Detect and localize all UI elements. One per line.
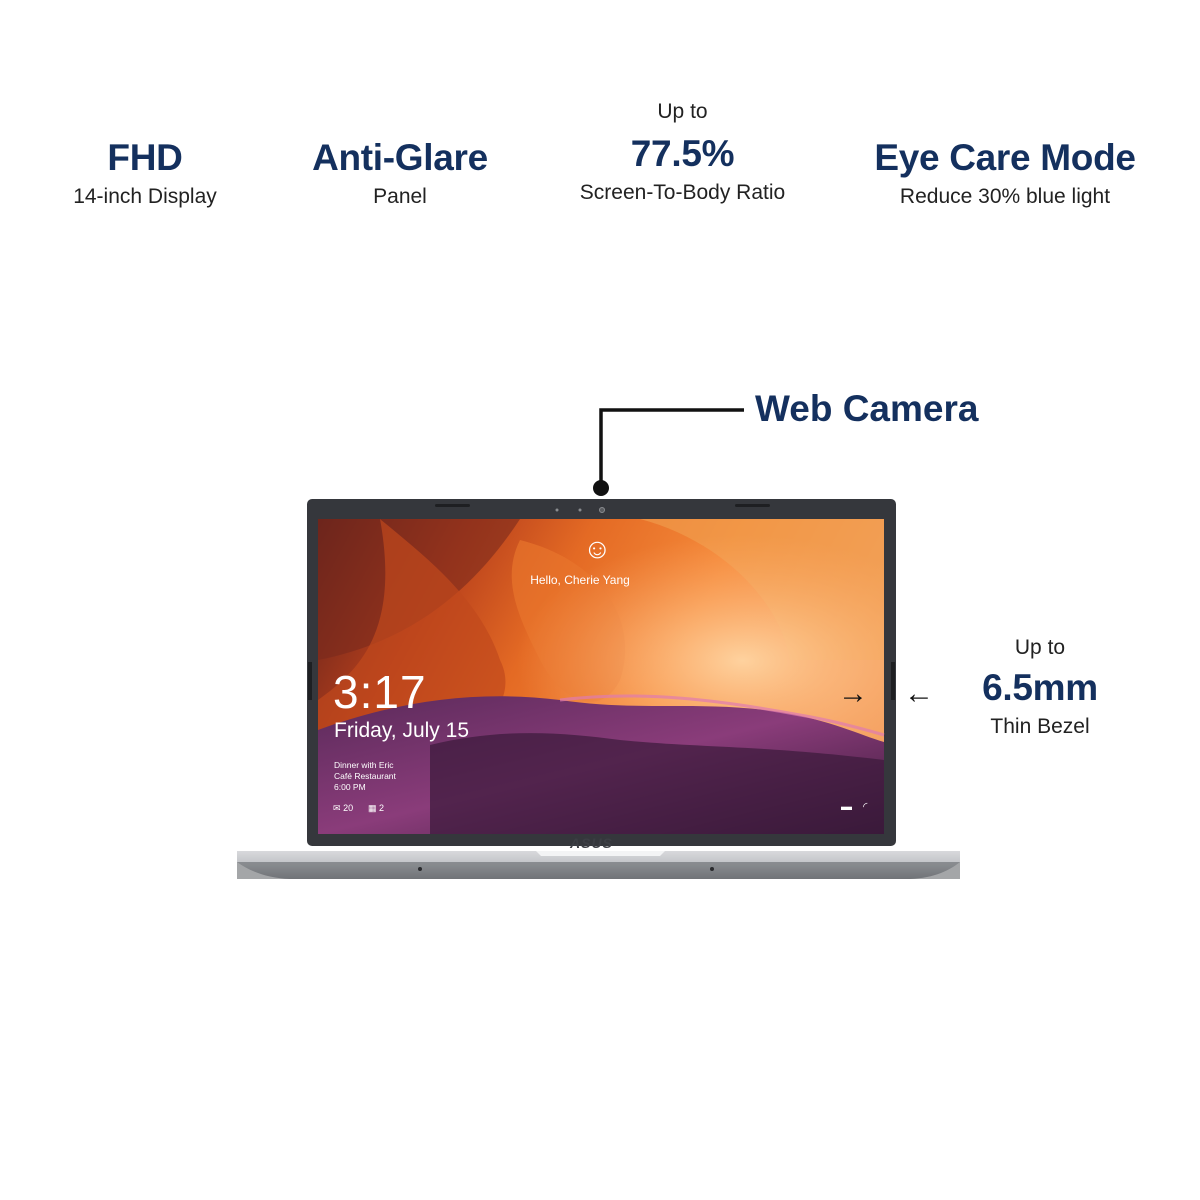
system-status: ▬ ◜ bbox=[841, 800, 867, 813]
camera-callout-line bbox=[599, 408, 744, 488]
event-time: 6:00 PM bbox=[334, 782, 366, 792]
mail-status: ✉ 20 bbox=[333, 803, 353, 814]
event-title: Dinner with Eric bbox=[334, 760, 394, 770]
webcam-icon bbox=[599, 507, 605, 513]
arrow-right-icon: → bbox=[838, 677, 868, 710]
event-place: Café Restaurant bbox=[334, 771, 396, 781]
lock-time: 3:17 bbox=[333, 666, 427, 718]
calendar-status: ▦ 2 bbox=[368, 803, 384, 814]
mail-icon: ✉ bbox=[333, 803, 341, 813]
lock-user-greeting: Hello, Cherie Yang bbox=[530, 573, 630, 587]
smiley-icon: ☺ bbox=[583, 533, 612, 564]
calendar-icon: ▦ bbox=[368, 803, 377, 813]
feature-pre: Up to bbox=[1014, 636, 1066, 659]
feature-title: 6.5mm bbox=[982, 667, 1098, 708]
lock-event: Dinner with Eric Café Restaurant 6:00 PM bbox=[334, 760, 396, 793]
feature-subtitle: Thin Bezel bbox=[990, 714, 1090, 738]
arrow-left-icon: ← bbox=[904, 677, 934, 710]
web-camera-label: Web Camera bbox=[755, 388, 979, 429]
wifi-icon: ◜ bbox=[863, 801, 868, 813]
laptop-illustration bbox=[237, 408, 960, 879]
mail-count: 20 bbox=[343, 803, 354, 813]
feature-thin-bezel: Up to 6.5mm Thin Bezel bbox=[950, 636, 1130, 739]
lock-date: Friday, July 15 bbox=[334, 719, 469, 742]
asus-logo: ASUS bbox=[570, 835, 613, 851]
battery-icon: ▬ bbox=[841, 801, 852, 813]
calendar-count: 2 bbox=[379, 803, 385, 813]
